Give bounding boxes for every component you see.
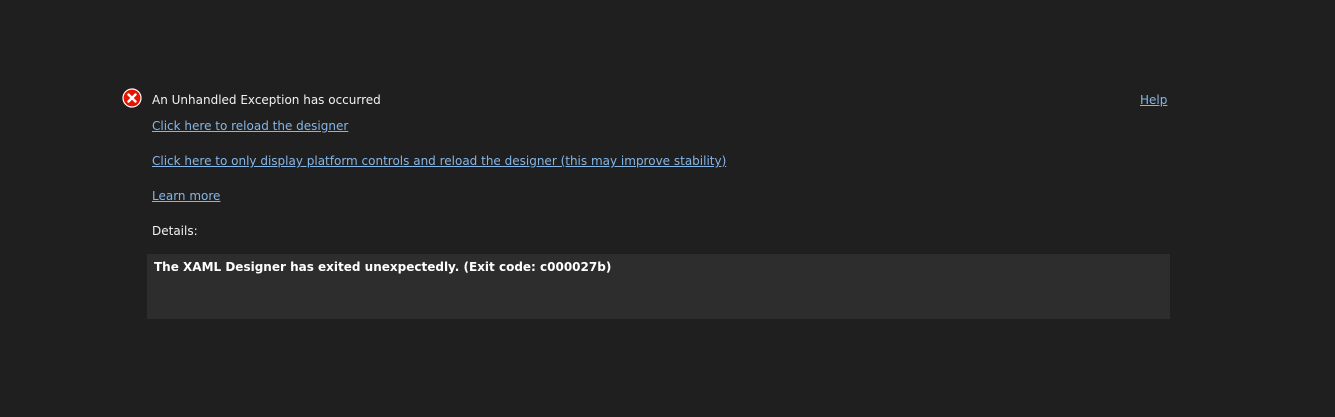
error-title: An Unhandled Exception has occurred [152,93,381,107]
details-label: Details: [152,224,198,238]
details-message: The XAML Designer has exited unexpectedl… [154,260,612,274]
help-link[interactable]: Help [1140,93,1167,108]
error-icon [122,88,142,108]
platform-controls-reload-link[interactable]: Click here to only display platform cont… [152,154,726,169]
details-box[interactable]: The XAML Designer has exited unexpectedl… [147,254,1170,319]
learn-more-link[interactable]: Learn more [152,189,220,204]
reload-designer-link[interactable]: Click here to reload the designer [152,119,348,134]
